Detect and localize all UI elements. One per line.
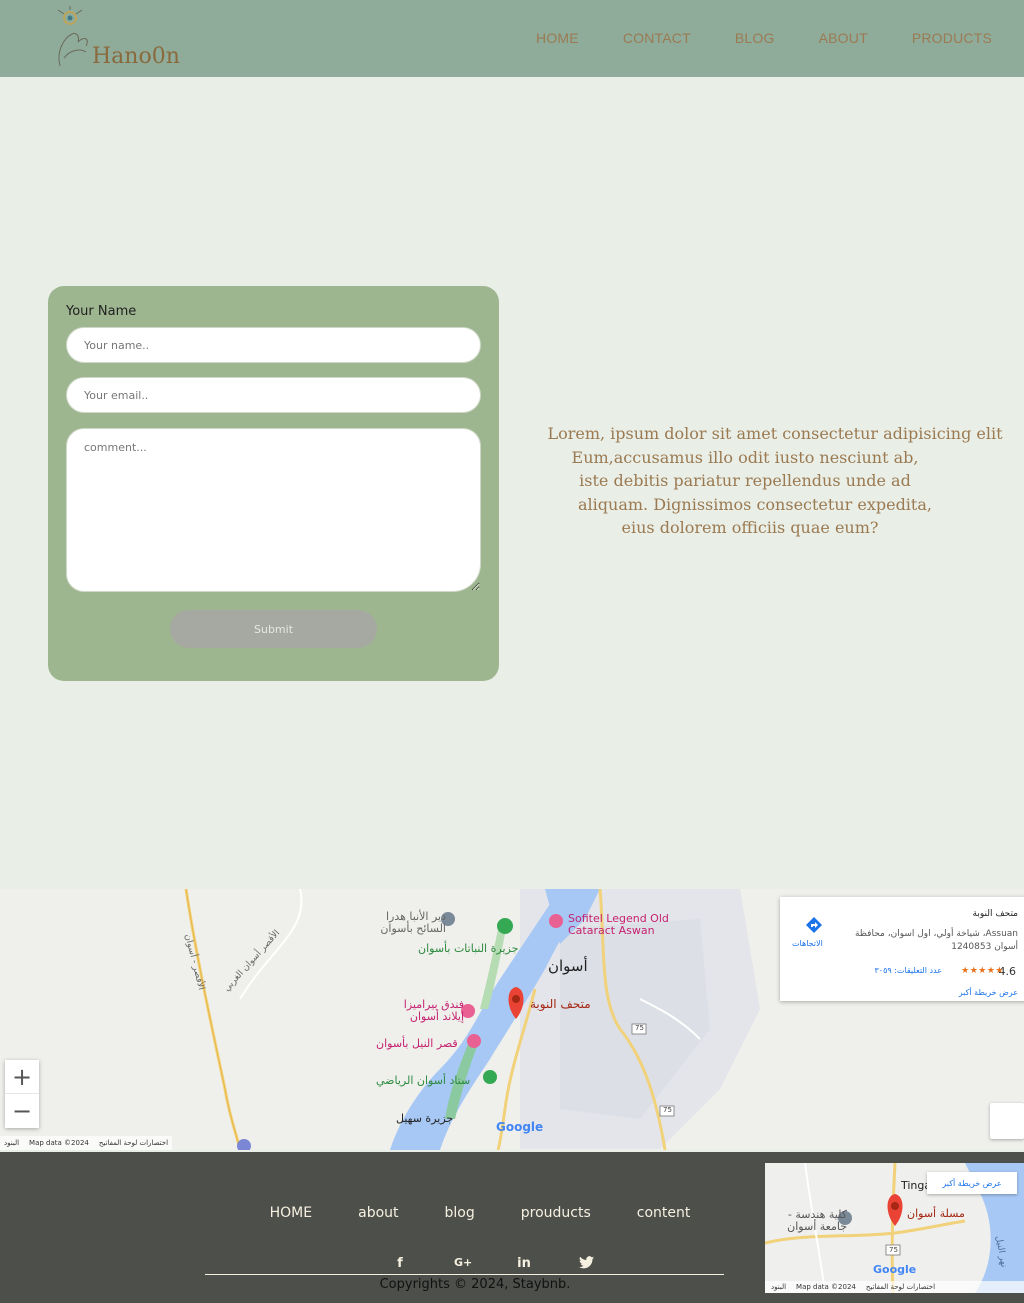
nav-contact[interactable]: CONTACT [623, 30, 691, 46]
zoom-controls: + − [5, 1060, 39, 1128]
intro-line: Lorem, ipsum dolor sit amet consectetur … [547, 424, 1003, 443]
submit-button[interactable]: Submit [170, 610, 377, 648]
contact-form: Your Name Submit [48, 286, 499, 681]
map-museum-label[interactable]: متحف النوبة [530, 997, 591, 1011]
nav-blog[interactable]: BLOG [735, 30, 775, 46]
mini-map-college-label[interactable]: كلية هندسة - جامعة أسوان [765, 1209, 847, 1233]
footer-link-about[interactable]: about [358, 1205, 398, 1221]
mini-larger-map-button[interactable]: عرض خريطة أكبر [927, 1172, 1017, 1194]
social-links: f G+ in [392, 1256, 594, 1272]
map-city-label: أسوان [548, 957, 588, 975]
intro-line: eius dolorem officiis quae eum? [621, 518, 879, 537]
keyboard-shortcuts-link[interactable]: اختصارات لوحة المفاتيح [99, 1139, 168, 1147]
rating-stars-icon: ★★★★★ [961, 966, 1004, 976]
intro-line: aliquam. Dignissimos consectetur expedit… [578, 494, 932, 514]
mini-map-attribution: البنود Map data ©2024 اختصارات لوحة المف… [765, 1281, 1024, 1293]
intro-line: iste debitis pariatur repellendus unde a… [579, 471, 911, 490]
zoom-in-button[interactable]: + [5, 1060, 39, 1094]
map-sofitel-label[interactable]: Sofitel Legend Old Cataract Aswan [568, 913, 678, 937]
twitter-icon[interactable] [578, 1256, 594, 1272]
mini-keyboard-link[interactable]: اختصارات لوحة المفاتيح [866, 1283, 935, 1291]
name-input[interactable] [66, 327, 481, 363]
zoom-out-button[interactable]: − [5, 1094, 39, 1128]
mini-map-road-number: 75 [889, 1246, 898, 1254]
directions-icon[interactable] [804, 915, 824, 935]
top-navbar: Hano0n HOME CONTACT BLOG ABOUT PRODUCTS [0, 0, 1024, 77]
facebook-icon[interactable]: f [392, 1256, 408, 1272]
map-pyramisa-label[interactable]: فندق بيراميزا إيلاند أسوان [392, 999, 464, 1023]
embedded-map[interactable]: أسوان متحف النوبة Sofitel Legend Old Cat… [0, 889, 1024, 1150]
intro-line: Eum,accusamus illo odit iusto nesciunt a… [571, 447, 919, 467]
nav-home[interactable]: HOME [536, 30, 579, 46]
map-stadium-label[interactable]: ستاد أسوان الرياضي [376, 1074, 470, 1087]
main-nav: HOME CONTACT BLOG ABOUT PRODUCTS [536, 30, 992, 46]
intro-text: Lorem, ipsum dolor sit amet consectetur … [530, 422, 1020, 540]
map-road-number: 75 [635, 1024, 644, 1032]
place-title: متحف النوبة [972, 909, 1018, 919]
street-view-pegman-icon[interactable] [990, 1103, 1024, 1139]
email-input[interactable] [66, 377, 481, 413]
map-attribution: البنود Map data ©2024 اختصارات لوحة المف… [0, 1136, 173, 1150]
footer-mini-map[interactable]: Tinga مسلة أسوان كلية هندسة - جامعة أسوا… [765, 1163, 1024, 1293]
nav-products[interactable]: PRODUCTS [912, 30, 992, 46]
map-nile-palace-label[interactable]: قصر النيل بأسوان [376, 1037, 458, 1050]
name-label: Your Name [66, 304, 137, 319]
linkedin-icon[interactable]: in [516, 1256, 532, 1272]
nav-about[interactable]: ABOUT [819, 30, 868, 46]
footer-nav: HOME about blog prouducts content [0, 1205, 882, 1221]
terms-link[interactable]: البنود [4, 1139, 19, 1147]
footer-link-content[interactable]: content [637, 1205, 691, 1221]
directions-label[interactable]: الاتجاهات [792, 939, 823, 948]
footer-link-blog[interactable]: blog [445, 1205, 475, 1221]
place-address: Assuan، شياخة أولي، اول اسوان، محافظة أس… [854, 929, 1018, 952]
map-sehel-label: جزيرة سهيل [396, 1112, 454, 1125]
mini-map-data-text: Map data ©2024 [796, 1283, 856, 1291]
comment-textarea[interactable] [66, 428, 481, 592]
mini-google-logo: Google [873, 1263, 917, 1276]
larger-map-link[interactable]: عرض خريطة أكبر [959, 988, 1018, 997]
map-monastery-label[interactable]: دير الأنبا هدرا السائح بأسوان [362, 911, 446, 935]
google-plus-icon[interactable]: G+ [454, 1256, 472, 1272]
reviews-link[interactable]: عدد التعليقات: ٣٠٥٩ [874, 966, 942, 975]
brand-name[interactable]: Hano0n [92, 44, 180, 69]
footer-divider [205, 1274, 724, 1275]
map-data-text: Map data ©2024 [29, 1139, 89, 1147]
footer-link-home[interactable]: HOME [270, 1205, 312, 1221]
footer-link-products[interactable]: prouducts [521, 1205, 591, 1221]
map-botanical-label[interactable]: جزيرة النباتات بأسوان [418, 942, 518, 955]
mini-terms-link[interactable]: البنود [771, 1283, 786, 1291]
place-info-card: متحف النوبة Assuan، شياخة أولي، اول اسوا… [780, 897, 1024, 1001]
google-logo: Google [496, 1120, 544, 1134]
mini-map-obelisk-label[interactable]: مسلة أسوان [907, 1207, 965, 1220]
map-road-number: 75 [663, 1106, 672, 1114]
